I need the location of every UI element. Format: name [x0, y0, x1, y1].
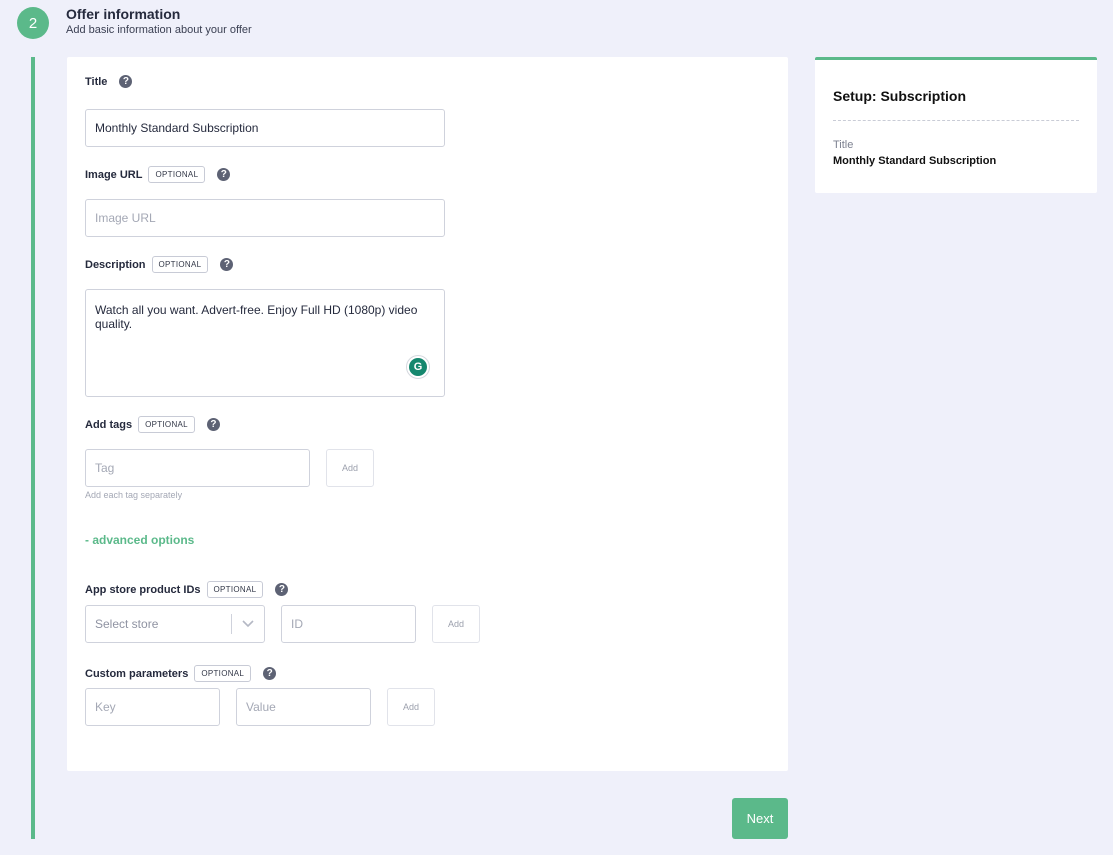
description-value: Watch all you want. Advert-free. Enjoy F…: [95, 303, 418, 331]
optional-badge: OPTIONAL: [138, 416, 195, 433]
summary-title: Setup: Subscription: [833, 88, 966, 104]
help-icon[interactable]: ?: [275, 583, 289, 596]
param-value-input[interactable]: Value: [236, 688, 371, 726]
add-param-button[interactable]: Add: [387, 688, 435, 726]
summary-panel: Setup: Subscription Title Monthly Standa…: [815, 57, 1097, 193]
param-key-placeholder: Key: [95, 700, 116, 714]
optional-badge: OPTIONAL: [206, 581, 264, 598]
param-key-input[interactable]: Key: [85, 688, 220, 726]
grammarly-icon[interactable]: G: [406, 355, 430, 379]
app-store-label: App store product IDs: [85, 583, 201, 596]
description-label: Description: [85, 258, 146, 271]
tag-input[interactable]: Tag: [85, 449, 310, 487]
description-textarea[interactable]: Watch all you want. Advert-free. Enjoy F…: [85, 289, 445, 397]
help-icon[interactable]: ?: [217, 168, 231, 181]
offer-form-card: Title ? Monthly Standard Subscription Im…: [67, 57, 788, 771]
title-input[interactable]: Monthly Standard Subscription: [85, 109, 445, 147]
add-product-id-button[interactable]: Add: [432, 605, 480, 643]
title-input-value: Monthly Standard Subscription: [95, 121, 259, 135]
step-progress-line: [31, 57, 35, 839]
image-url-label: Image URL: [85, 168, 143, 181]
product-id-input[interactable]: ID: [281, 605, 416, 643]
title-label: Title: [85, 75, 108, 88]
summary-key: Title: [833, 139, 854, 151]
description-label-row: Description OPTIONAL ?: [85, 256, 234, 273]
custom-params-label: Custom parameters: [85, 667, 189, 680]
param-value-placeholder: Value: [246, 700, 276, 714]
custom-params-label-row: Custom parameters OPTIONAL ?: [85, 665, 277, 682]
image-url-placeholder: Image URL: [95, 211, 156, 225]
image-url-input[interactable]: Image URL: [85, 199, 445, 237]
add-tag-button[interactable]: Add: [326, 449, 374, 487]
tag-placeholder: Tag: [95, 461, 115, 475]
optional-badge: OPTIONAL: [194, 665, 252, 682]
advanced-options-toggle[interactable]: - advanced options: [85, 533, 194, 547]
summary-value: Monthly Standard Subscription: [833, 155, 997, 167]
product-id-placeholder: ID: [291, 617, 303, 631]
app-store-label-row: App store product IDs OPTIONAL ?: [85, 581, 289, 598]
store-select[interactable]: Select store: [85, 605, 265, 643]
tags-hint: Add each tag separately: [85, 490, 183, 500]
help-icon[interactable]: ?: [220, 258, 234, 271]
step-title: Offer information: [66, 6, 181, 22]
optional-badge: OPTIONAL: [151, 256, 209, 273]
help-icon[interactable]: ?: [263, 667, 277, 680]
step-subtitle: Add basic information about your offer: [66, 24, 252, 36]
title-label-row: Title ?: [85, 75, 133, 88]
tags-label-row: Add tags OPTIONAL ?: [85, 416, 220, 433]
step-number-badge: 2: [17, 7, 49, 39]
image-url-label-row: Image URL OPTIONAL ?: [85, 166, 231, 183]
help-icon[interactable]: ?: [119, 75, 133, 88]
optional-badge: OPTIONAL: [148, 166, 206, 183]
store-select-placeholder: Select store: [95, 617, 159, 631]
next-button[interactable]: Next: [732, 798, 788, 839]
help-icon[interactable]: ?: [206, 418, 220, 431]
summary-divider: [833, 120, 1079, 121]
chevron-down-icon[interactable]: [232, 620, 264, 628]
tags-label: Add tags: [85, 418, 133, 431]
